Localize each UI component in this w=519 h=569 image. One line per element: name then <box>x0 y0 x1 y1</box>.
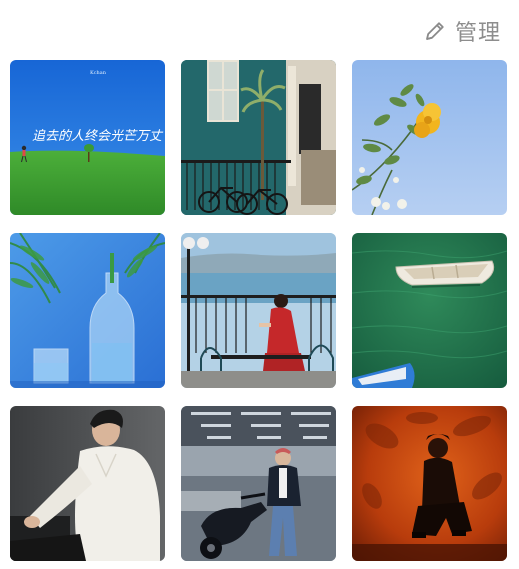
photo-grid: Kchan 追去的人终会光芒万丈 <box>10 60 509 561</box>
manage-button[interactable]: 管理 <box>423 14 501 48</box>
photo-1-tag: Kchan <box>90 70 107 76</box>
photo-3-image <box>352 60 507 215</box>
photo-tile-3[interactable] <box>352 60 507 215</box>
photo-4-image <box>10 233 165 388</box>
photo-7-image <box>10 406 165 561</box>
photo-5-image <box>181 233 336 388</box>
photo-9-image <box>352 406 507 561</box>
photo-tile-9[interactable] <box>352 406 507 561</box>
photo-tile-1[interactable]: Kchan 追去的人终会光芒万丈 <box>10 60 165 215</box>
photo-tile-5[interactable] <box>181 233 336 388</box>
header: 管理 <box>0 0 519 60</box>
manage-label: 管理 <box>454 21 501 46</box>
photo-1-image: Kchan 追去的人终会光芒万丈 <box>10 60 165 215</box>
photo-6-image <box>352 233 507 388</box>
photo-8-image <box>181 406 336 561</box>
photo-tile-6[interactable] <box>352 233 507 388</box>
pencil-edit-icon <box>426 22 444 40</box>
photo-tile-7[interactable] <box>10 406 165 561</box>
photo-tile-4[interactable] <box>10 233 165 388</box>
photo-1-overlay-text: 追去的人终会光芒万丈 <box>32 129 164 144</box>
photo-tile-2[interactable] <box>181 60 336 215</box>
photo-tile-8[interactable] <box>181 406 336 561</box>
photo-2-image <box>181 60 336 215</box>
